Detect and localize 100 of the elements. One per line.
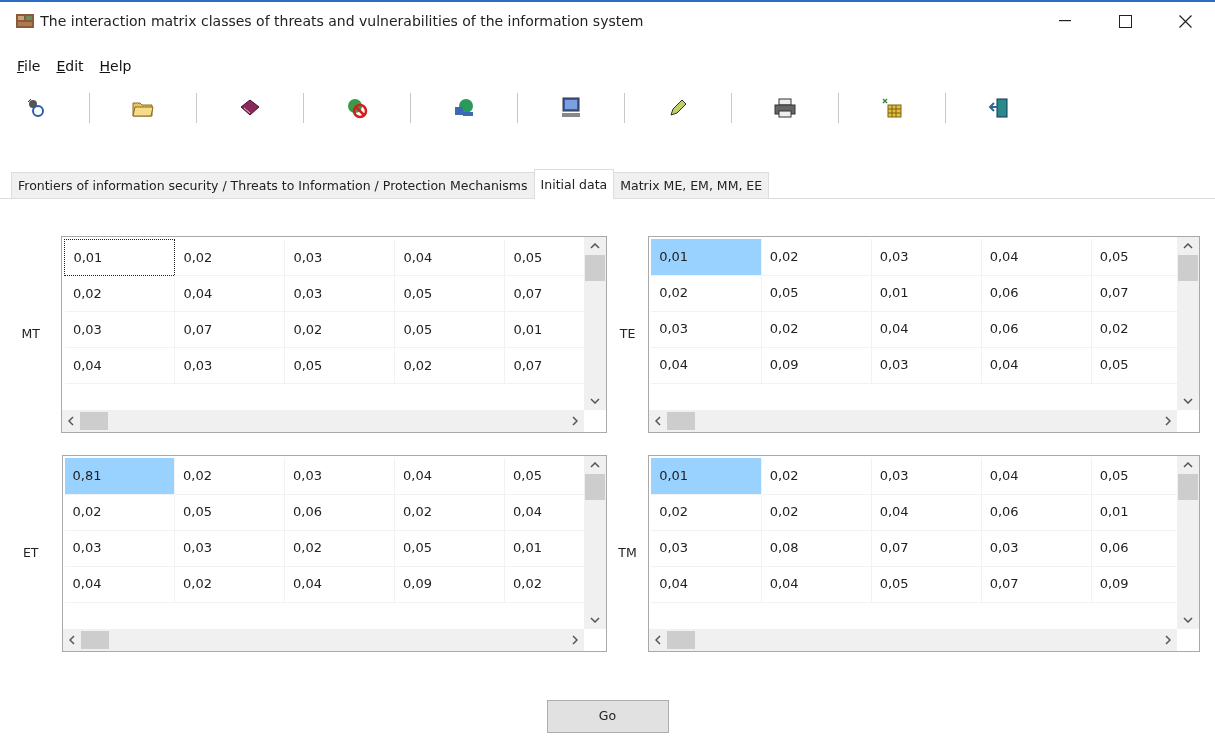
grid-cell[interactable]: 0,01: [871, 275, 982, 311]
scroll-up-icon[interactable]: [1183, 243, 1193, 249]
menu-item[interactable]: Help: [94, 55, 137, 77]
scroll-right-icon[interactable]: [572, 635, 578, 645]
grid-cell[interactable]: 0,05: [761, 275, 872, 311]
grid-cell[interactable]: 0,04: [64, 347, 175, 384]
grid-cell[interactable]: 0,02: [761, 458, 872, 494]
grid-cell[interactable]: 0,03: [651, 311, 762, 347]
grid-cell[interactable]: 0,03: [64, 311, 175, 348]
grid-cell[interactable]: 0,09: [761, 347, 872, 383]
grid-cell[interactable]: 0,02: [761, 494, 872, 530]
scroll-up-icon[interactable]: [1183, 462, 1193, 468]
grid-cell[interactable]: 0,03: [64, 530, 175, 566]
scroll-left-icon[interactable]: [68, 416, 75, 426]
scrollbar-thumb[interactable]: [667, 412, 696, 430]
grid-cell[interactable]: 0,03: [284, 239, 395, 276]
grid-cell[interactable]: 0,04: [651, 347, 762, 383]
scroll-right-icon[interactable]: [1165, 635, 1171, 645]
horizontal-scrollbar[interactable]: [649, 410, 1177, 432]
grid-cell[interactable]: 0,81: [64, 458, 175, 494]
go-button[interactable]: Go: [546, 700, 669, 733]
horizontal-scrollbar[interactable]: [62, 410, 584, 432]
grid-cell[interactable]: 0,03: [651, 530, 762, 566]
scroll-down-icon[interactable]: [590, 398, 600, 404]
grid-cell[interactable]: 0,02: [761, 239, 872, 275]
grid-cell[interactable]: 0,02: [651, 275, 762, 311]
grid-cell[interactable]: 0,05: [394, 530, 505, 566]
grid-cell[interactable]: 0,04: [761, 566, 872, 602]
grid-cell[interactable]: 0,04: [981, 239, 1092, 275]
tab[interactable]: Initial data: [533, 169, 615, 199]
grid-cell[interactable]: 0,04: [871, 311, 982, 347]
grid-cell[interactable]: 0,02: [64, 494, 175, 530]
scroll-down-icon[interactable]: [590, 617, 600, 623]
grid-cell[interactable]: 0,03: [174, 530, 285, 566]
grid-cell[interactable]: 0,02: [64, 275, 175, 312]
grid-cell[interactable]: 0,05: [394, 275, 505, 312]
grid-cell[interactable]: 0,04: [174, 275, 285, 312]
scroll-down-icon[interactable]: [1183, 398, 1193, 404]
tab[interactable]: Frontiers of information security / Threats to Information / Protection Mechanisms: [11, 172, 535, 198]
horizontal-scrollbar[interactable]: [649, 629, 1177, 651]
tab[interactable]: Matrix ME, EM, MM, EE: [613, 172, 770, 198]
minimize-icon[interactable]: [1059, 20, 1071, 22]
scroll-up-icon[interactable]: [590, 243, 600, 249]
scrollbar-thumb[interactable]: [80, 631, 109, 649]
grid-cell[interactable]: 0,05: [871, 566, 982, 602]
grid-cell[interactable]: 0,01: [651, 239, 762, 275]
grid-cell[interactable]: 0,02: [284, 311, 395, 348]
grid-cell[interactable]: 0,05: [394, 311, 505, 348]
vertical-scrollbar[interactable]: [584, 237, 606, 410]
grid-cell[interactable]: 0,04: [64, 566, 175, 602]
grid-cell[interactable]: 0,03: [871, 347, 982, 383]
grid-cell[interactable]: 0,02: [174, 566, 285, 602]
grid-cell[interactable]: 0,01: [651, 458, 762, 494]
scrollbar-thumb[interactable]: [667, 631, 696, 649]
grid-cell[interactable]: 0,04: [394, 239, 505, 276]
grid-cell[interactable]: 0,04: [651, 566, 762, 602]
grid-cell[interactable]: 0,07: [174, 311, 285, 348]
scrollbar-thumb[interactable]: [80, 412, 109, 430]
grid-cell[interactable]: 0,06: [284, 494, 395, 530]
vertical-scrollbar[interactable]: [1177, 237, 1199, 410]
scroll-left-icon[interactable]: [68, 635, 75, 645]
grid-cell[interactable]: 0,06: [981, 494, 1092, 530]
grid-cell[interactable]: 0,02: [761, 311, 872, 347]
grid-cell[interactable]: 0,05: [174, 494, 285, 530]
grid-cell[interactable]: 0,01: [64, 239, 175, 276]
grid-cell[interactable]: 0,02: [284, 530, 395, 566]
grid-cell[interactable]: 0,03: [284, 275, 395, 312]
grid-cell[interactable]: 0,06: [981, 311, 1092, 347]
scrollbar-thumb[interactable]: [1178, 255, 1198, 281]
grid-cell[interactable]: 0,04: [394, 458, 505, 494]
grid-cell[interactable]: 0,02: [174, 458, 285, 494]
scroll-up-icon[interactable]: [590, 462, 600, 468]
grid-cell[interactable]: 0,07: [981, 566, 1092, 602]
grid-cell[interactable]: 0,03: [284, 458, 395, 494]
maximize-icon[interactable]: [1118, 14, 1132, 28]
grid-cell[interactable]: 0,04: [871, 494, 982, 530]
scroll-down-icon[interactable]: [1183, 617, 1193, 623]
grid-cell[interactable]: 0,03: [871, 458, 982, 494]
grid-cell[interactable]: 0,02: [651, 494, 762, 530]
vertical-scrollbar[interactable]: [584, 456, 606, 629]
grid-cell[interactable]: 0,08: [761, 530, 872, 566]
grid-cell[interactable]: 0,04: [981, 347, 1092, 383]
scroll-right-icon[interactable]: [1165, 416, 1171, 426]
grid-cell[interactable]: 0,06: [981, 275, 1092, 311]
grid-cell[interactable]: 0,02: [394, 494, 505, 530]
menu-item[interactable]: Edit: [51, 55, 89, 77]
grid-cell[interactable]: 0,03: [871, 239, 982, 275]
grid-cell[interactable]: 0,04: [981, 458, 1092, 494]
grid-cell[interactable]: 0,03: [174, 347, 285, 384]
grid-cell[interactable]: 0,07: [871, 530, 982, 566]
scroll-left-icon[interactable]: [655, 416, 662, 426]
scrollbar-thumb[interactable]: [1178, 474, 1198, 500]
vertical-scrollbar[interactable]: [1177, 456, 1199, 629]
grid-cell[interactable]: 0,03: [981, 530, 1092, 566]
grid-cell[interactable]: 0,05: [284, 347, 395, 384]
horizontal-scrollbar[interactable]: [62, 629, 584, 651]
close-icon[interactable]: [1178, 14, 1192, 28]
scroll-right-icon[interactable]: [572, 416, 578, 426]
grid-cell[interactable]: 0,02: [174, 239, 285, 276]
menu-item[interactable]: File: [12, 55, 46, 77]
